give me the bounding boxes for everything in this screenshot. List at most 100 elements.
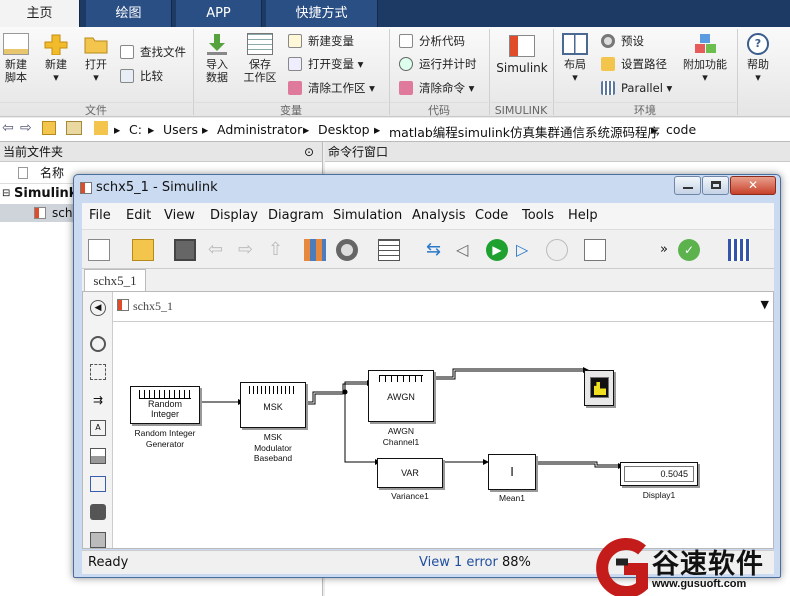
new-variable-button[interactable]: 新建变量 <box>288 32 354 50</box>
fit-to-view-icon[interactable] <box>90 364 106 380</box>
stop-icon[interactable] <box>546 239 568 261</box>
area-icon[interactable] <box>90 476 106 492</box>
path-segment[interactable]: Users <box>163 122 198 137</box>
menu-help[interactable]: Help <box>568 208 598 223</box>
tab-home[interactable]: 主页 <box>0 0 80 27</box>
import-data-button[interactable]: 导入 数据 <box>200 33 234 84</box>
display-block[interactable]: 0.5045 <box>620 462 698 486</box>
awgn-channel-block[interactable]: AWGN <box>368 370 434 422</box>
model-tab-bar: schx5_1 <box>82 269 774 291</box>
model-explorer-icon[interactable] <box>378 239 400 261</box>
step-forward-icon[interactable]: ▷ <box>516 239 538 261</box>
save-icon[interactable] <box>174 239 196 261</box>
path-segment[interactable]: Desktop <box>318 122 370 137</box>
msk-modulator-block[interactable]: MSK <box>240 382 306 428</box>
menu-analysis[interactable]: Analysis <box>412 208 466 223</box>
image-icon[interactable] <box>90 448 106 464</box>
annotation-icon[interactable]: A <box>90 420 106 436</box>
hide-browser-icon[interactable]: ◀ <box>90 300 106 316</box>
layout-button[interactable]: 布局 ▾ <box>558 33 592 84</box>
scope-trace-icon <box>594 382 606 395</box>
compare-button[interactable]: 比较 <box>120 67 163 85</box>
path-segment[interactable]: matlab编程simulink仿真集群通信系统源码程序 <box>389 122 660 141</box>
tab-plots[interactable]: 绘图 <box>86 0 172 27</box>
menu-code[interactable]: Code <box>475 208 508 223</box>
gear-icon <box>601 34 615 48</box>
model-canvas[interactable]: ◀ ⇉ A schx5_1 ▼ Random Integer Random In… <box>82 291 774 549</box>
breadcrumb: schx5_1 ▼ <box>113 292 773 322</box>
back-arrow-icon[interactable]: ⇦ <box>208 239 230 261</box>
random-integer-label: Random Integer Generator <box>134 428 196 449</box>
parallel-icon <box>601 81 615 95</box>
address-bar[interactable]: ⇦ ⇨ ▸ C: ▸ Users ▸ Administrator ▸ Deskt… <box>0 118 790 142</box>
help-button[interactable]: ? 帮助 ▾ <box>742 33 774 84</box>
menu-display[interactable]: Display <box>210 208 258 223</box>
new-button[interactable]: 新建 ▾ <box>40 33 72 84</box>
open-button[interactable]: 打开 ▾ <box>80 33 112 84</box>
back-arrow-icon[interactable]: ⇦ <box>2 120 14 136</box>
forward-arrow-icon[interactable]: ⇨ <box>20 120 32 136</box>
open-model-icon[interactable] <box>132 239 154 261</box>
scope-icon[interactable] <box>584 239 606 261</box>
gear-icon[interactable] <box>336 239 358 261</box>
run-icon[interactable]: ▶ <box>486 239 508 261</box>
mean-block[interactable]: I <box>488 454 536 490</box>
model-advisor-icon[interactable]: ✓ <box>678 239 700 261</box>
find-files-button[interactable]: 查找文件 <box>120 43 186 61</box>
build-icon[interactable] <box>728 239 750 261</box>
addons-button[interactable]: 附加功能 ▾ <box>680 33 730 84</box>
clear-workspace-button[interactable]: 清除工作区 ▾ <box>288 79 375 97</box>
path-separator: ▸ <box>148 122 155 137</box>
collapse-icon[interactable]: ⊟ <box>2 184 10 204</box>
toolbar-overflow-icon[interactable]: » <box>660 239 670 261</box>
path-segment[interactable]: code <box>666 122 696 137</box>
panel-menu-icon[interactable]: ⊙ <box>304 142 314 162</box>
analyze-code-button[interactable]: 分析代码 <box>399 32 465 50</box>
signal-lines <box>199 367 624 469</box>
ribbon-separator <box>737 29 738 115</box>
up-folder-icon[interactable] <box>42 121 56 135</box>
minimize-button[interactable] <box>674 176 701 195</box>
browse-folder-icon[interactable] <box>66 121 82 135</box>
library-browser-icon[interactable] <box>304 239 326 261</box>
menu-edit[interactable]: Edit <box>126 208 151 223</box>
menu-simulation[interactable]: Simulation <box>333 208 402 223</box>
path-segment[interactable]: Administrator <box>217 122 302 137</box>
model-browser-icon[interactable] <box>90 532 106 548</box>
save-workspace-button[interactable]: 保存 工作区 <box>241 33 279 84</box>
zoom-icon[interactable] <box>90 336 106 352</box>
random-integer-block[interactable]: Random Integer <box>130 386 200 424</box>
up-arrow-icon[interactable]: ⇧ <box>268 239 290 261</box>
view-errors-link[interactable]: View 1 error <box>419 555 498 570</box>
forward-arrow-icon[interactable]: ⇨ <box>238 239 260 261</box>
rewind-icon[interactable]: ◁ <box>456 239 478 261</box>
arrow-icon[interactable]: ⇉ <box>90 392 106 408</box>
tab-apps[interactable]: APP <box>176 0 262 27</box>
scope-block[interactable] <box>584 370 614 406</box>
run-and-time-button[interactable]: 运行并计时 <box>399 55 477 73</box>
menu-file[interactable]: File <box>89 208 111 223</box>
clear-commands-button[interactable]: 清除命令 ▾ <box>399 79 474 97</box>
layout-icon <box>562 33 588 55</box>
breadcrumb-model[interactable]: schx5_1 <box>133 299 173 314</box>
simulink-button[interactable]: Simulink <box>494 35 550 75</box>
parallel-button[interactable]: Parallel ▾ <box>601 79 672 97</box>
path-segment[interactable]: C: <box>129 122 142 137</box>
set-path-button[interactable]: 设置路径 <box>601 55 667 73</box>
tab-model[interactable]: schx5_1 <box>84 269 146 291</box>
maximize-button[interactable] <box>702 176 729 195</box>
awgn-label: AWGN Channel1 <box>382 426 420 447</box>
open-variable-button[interactable]: 打开变量 ▾ <box>288 55 363 73</box>
tab-shortcuts[interactable]: 快捷方式 <box>266 0 378 27</box>
new-model-icon[interactable] <box>88 239 110 261</box>
menu-tools[interactable]: Tools <box>522 208 554 223</box>
step-back-icon[interactable]: ⇆ <box>426 239 448 261</box>
variance-block[interactable]: VAR <box>377 458 443 488</box>
chevron-down-icon[interactable]: ▼ <box>761 298 769 311</box>
preferences-button[interactable]: 预设 <box>601 32 644 50</box>
menu-diagram[interactable]: Diagram <box>268 208 324 223</box>
close-button[interactable]: ✕ <box>730 176 776 195</box>
camera-icon[interactable] <box>90 504 106 520</box>
menu-view[interactable]: View <box>164 208 195 223</box>
new-script-button[interactable]: 新建 脚本 <box>2 33 30 84</box>
